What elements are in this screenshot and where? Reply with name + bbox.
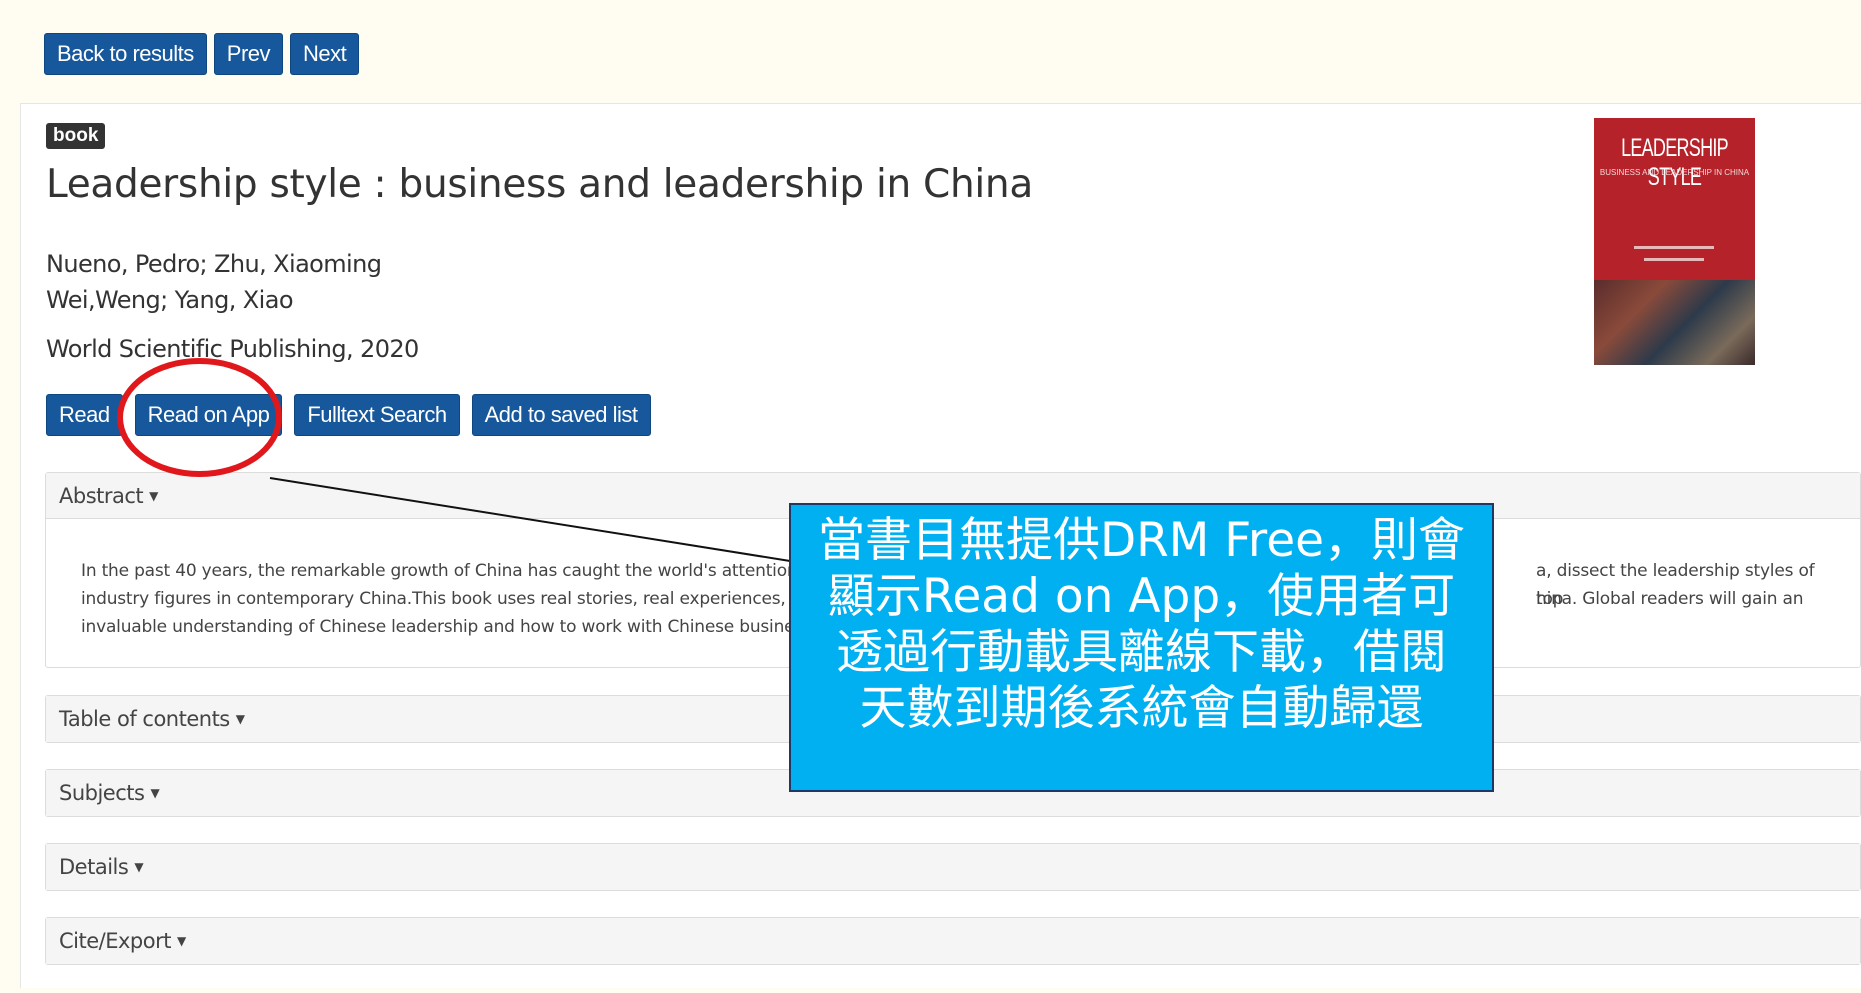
highlight-ring (117, 358, 282, 477)
page: Back to results Prev Next book Leadershi… (0, 0, 1861, 993)
annotation-line-4: 天數到期後系統會自動歸還 (859, 681, 1424, 736)
annotation-line-1: 當書目無提供DRM Free，則會 (817, 513, 1466, 568)
annotation-line-3: 透過行動載具離線下載，借閱 (836, 625, 1447, 680)
annotation-leader-line (269, 477, 791, 562)
annotation-callout: 當書目無提供DRM Free，則會 顯示Read on App，使用者可 透過行… (789, 503, 1494, 792)
leader-line (269, 477, 791, 562)
annotation-line-2: 顯示Read on App，使用者可 (827, 569, 1456, 624)
